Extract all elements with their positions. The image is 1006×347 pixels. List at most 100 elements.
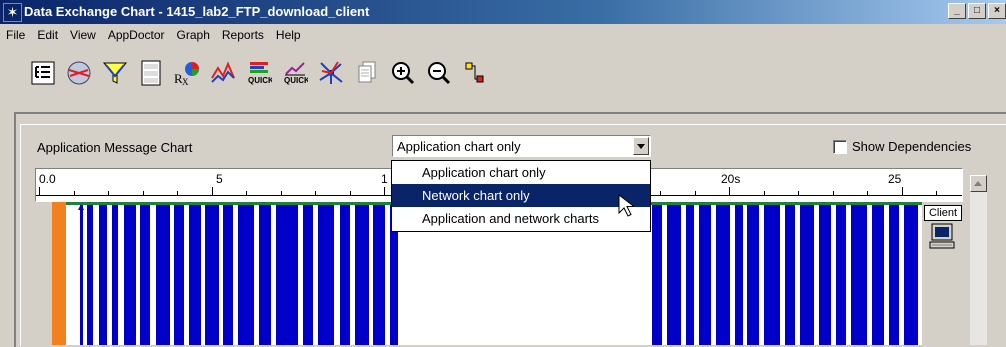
quick-label: QUICK bbox=[284, 76, 308, 85]
node-link-icon[interactable] bbox=[460, 58, 490, 88]
computer-icon bbox=[928, 222, 958, 255]
message-bar bbox=[99, 205, 107, 345]
ruler-tick bbox=[39, 187, 40, 196]
ruler-tick bbox=[832, 191, 834, 196]
message-bar bbox=[667, 205, 681, 345]
message-bar bbox=[303, 205, 313, 345]
tick-label: 1 bbox=[381, 172, 388, 186]
menu-file[interactable]: File bbox=[0, 24, 31, 46]
message-bar bbox=[238, 205, 254, 345]
ruler-tick bbox=[867, 191, 868, 196]
ruler-tick bbox=[763, 191, 765, 196]
message-bar bbox=[800, 205, 814, 345]
message-bar bbox=[699, 205, 711, 345]
message-bar bbox=[652, 205, 662, 345]
message-bar bbox=[764, 205, 780, 345]
message-bar bbox=[872, 205, 884, 345]
chart-label: Application Message Chart bbox=[37, 140, 193, 155]
ruler-tick bbox=[315, 191, 316, 196]
menu-reports[interactable]: Reports bbox=[216, 24, 270, 46]
ruler-tick bbox=[177, 191, 178, 196]
scroll-up-button[interactable] bbox=[970, 175, 987, 192]
menu-edit[interactable]: Edit bbox=[31, 24, 64, 46]
minimize-button[interactable]: _ bbox=[948, 3, 966, 19]
chart-type-value: Application chart only bbox=[397, 139, 521, 154]
quick-bars-icon[interactable]: QUICK bbox=[280, 58, 310, 88]
message-bar bbox=[851, 205, 867, 345]
ruler-tick bbox=[729, 187, 730, 196]
ruler-tick bbox=[246, 191, 247, 196]
quick-graph-icon[interactable] bbox=[316, 58, 346, 88]
message-bar bbox=[112, 205, 118, 345]
ruler-tick bbox=[142, 191, 144, 196]
menu-graph[interactable]: Graph bbox=[171, 24, 216, 46]
message-bar bbox=[735, 205, 743, 345]
ruler-tick bbox=[108, 191, 109, 196]
zoom-out-icon[interactable] bbox=[424, 58, 454, 88]
ruler-tick bbox=[694, 191, 696, 196]
client-label: Client bbox=[924, 205, 962, 221]
toolbar: RX QUICK QUICK bbox=[28, 54, 490, 92]
ruler-tick bbox=[73, 191, 75, 196]
menu-bar: File Edit View AppDoctor Graph Reports H… bbox=[0, 24, 1006, 46]
protocol-stack-icon[interactable] bbox=[136, 58, 166, 88]
ruler-tick bbox=[349, 191, 351, 196]
message-bar bbox=[836, 205, 846, 345]
message-bar bbox=[355, 205, 369, 345]
option-application-and-network-charts[interactable]: Application and network charts bbox=[392, 207, 650, 230]
quick-label: QUICK bbox=[248, 76, 272, 85]
message-bar bbox=[904, 205, 918, 345]
ruler-tick bbox=[798, 191, 799, 196]
message-bar bbox=[373, 205, 385, 345]
ruler-tick bbox=[384, 187, 385, 196]
option-application-chart-only[interactable]: Application chart only bbox=[392, 161, 650, 184]
network-globe-icon[interactable] bbox=[64, 58, 94, 88]
chart-type-select[interactable]: Application chart only bbox=[392, 135, 651, 157]
option-network-chart-only[interactable]: Network chart only bbox=[392, 184, 650, 207]
mouse-cursor-icon bbox=[618, 193, 636, 221]
message-bar bbox=[716, 205, 730, 345]
ruler-tick bbox=[936, 191, 937, 196]
tick-label: 5 bbox=[216, 172, 223, 186]
show-dependencies-label: Show Dependencies bbox=[852, 139, 972, 154]
window-title: Data Exchange Chart - 1415_lab2_FTP_down… bbox=[24, 4, 370, 19]
message-bar bbox=[318, 205, 334, 345]
message-bar bbox=[124, 205, 136, 345]
message-bar bbox=[785, 205, 795, 345]
message-bar bbox=[747, 205, 759, 345]
message-bar bbox=[223, 205, 233, 345]
message-bar bbox=[174, 205, 184, 345]
graph-line-icon[interactable]: QUICK bbox=[244, 58, 274, 88]
show-dependencies[interactable]: Show Dependencies bbox=[833, 139, 971, 154]
message-bar bbox=[686, 205, 694, 345]
message-bar bbox=[889, 205, 899, 345]
tree-view-icon[interactable] bbox=[28, 58, 58, 88]
chart-type-dropdown: Application chart only Network chart onl… bbox=[391, 160, 651, 232]
tick-label: 25 bbox=[888, 172, 902, 186]
menu-view[interactable]: View bbox=[64, 24, 102, 46]
filter-funnel-icon[interactable] bbox=[100, 58, 130, 88]
rx-prescription-icon[interactable]: RX bbox=[172, 58, 202, 88]
message-bar bbox=[156, 205, 170, 345]
menu-appdoctor[interactable]: AppDoctor bbox=[102, 24, 171, 46]
ruler-tick bbox=[280, 191, 282, 196]
maximize-button[interactable]: □ bbox=[968, 3, 986, 19]
close-button[interactable]: × bbox=[988, 3, 1006, 19]
menu-help[interactable]: Help bbox=[270, 24, 307, 46]
message-bar bbox=[87, 205, 93, 345]
message-bar bbox=[340, 205, 350, 345]
scrollbar-track[interactable] bbox=[970, 192, 987, 345]
ruler-tick bbox=[660, 191, 661, 196]
zoom-in-icon[interactable] bbox=[388, 58, 418, 88]
app-star-icon[interactable]: ✶ bbox=[3, 3, 22, 22]
ruler-tick bbox=[211, 187, 213, 196]
copy-pages-icon[interactable] bbox=[352, 58, 382, 88]
message-bar bbox=[259, 205, 271, 345]
message-bar bbox=[80, 205, 83, 345]
title-bar: ✶ Data Exchange Chart - 1415_lab2_FTP_do… bbox=[0, 0, 1006, 24]
chevron-down-icon[interactable] bbox=[633, 137, 649, 155]
tick-label: 20s bbox=[721, 172, 741, 186]
message-bar bbox=[140, 205, 150, 345]
statistics-pie-icon[interactable] bbox=[208, 58, 238, 88]
show-dependencies-checkbox[interactable] bbox=[833, 139, 847, 154]
